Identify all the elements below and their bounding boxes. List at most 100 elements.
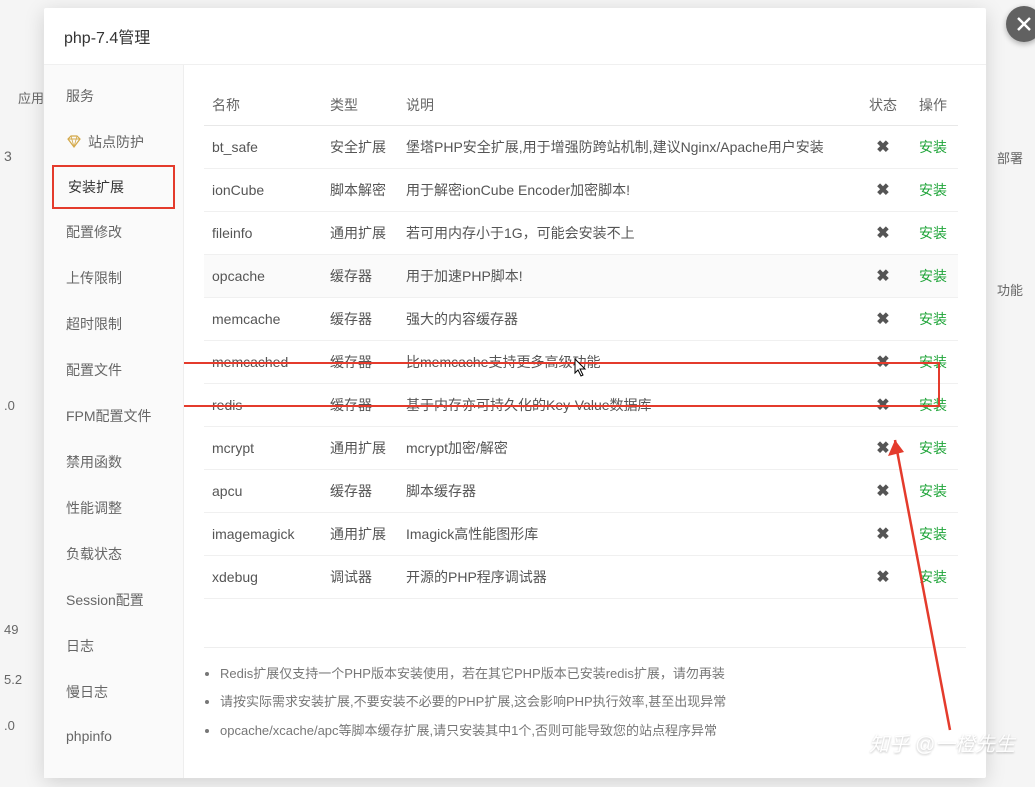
diamond-icon bbox=[66, 134, 82, 150]
sidebar-item-label: 配置文件 bbox=[66, 360, 122, 380]
table-row: fileinfo通用扩展若可用内存小于1G，可能会安装不上✖安装 bbox=[204, 212, 958, 255]
table-row: memcache缓存器强大的内容缓存器✖安装 bbox=[204, 298, 958, 341]
ext-type: 缓存器 bbox=[322, 341, 398, 384]
bg-right: 功能 bbox=[997, 280, 1023, 299]
notes-list: Redis扩展仅支持一个PHP版本安装使用，若在其它PHP版本已安装redis扩… bbox=[204, 648, 966, 758]
ext-action: 安装 bbox=[908, 341, 958, 384]
ext-status: ✖ bbox=[858, 513, 908, 556]
install-link[interactable]: 安装 bbox=[919, 397, 947, 413]
sidebar-item-upload-limit[interactable]: 上传限制 bbox=[44, 255, 183, 301]
ext-status: ✖ bbox=[858, 556, 908, 599]
install-link[interactable]: 安装 bbox=[919, 182, 947, 198]
ext-action: 安装 bbox=[908, 255, 958, 298]
ext-desc: 用于解密ionCube Encoder加密脚本! bbox=[398, 169, 858, 212]
main-panel: 名称 类型 说明 状态 操作 bt_safe安全扩展堡塔PHP安全扩展,用于增强… bbox=[184, 65, 986, 778]
col-status: 状态 bbox=[858, 85, 908, 126]
sidebar-item-performance[interactable]: 性能调整 bbox=[44, 485, 183, 531]
ext-status: ✖ bbox=[858, 384, 908, 427]
table-row: ionCube脚本解密用于解密ionCube Encoder加密脚本! ✖ 安装 bbox=[204, 169, 958, 212]
ext-desc: 若可用内存小于1G，可能会安装不上 bbox=[398, 212, 858, 255]
install-link[interactable]: 安装 bbox=[919, 440, 947, 456]
sidebar-item-log[interactable]: 日志 bbox=[44, 623, 183, 669]
ext-status: ✖ bbox=[858, 298, 908, 341]
ext-name: ionCube bbox=[204, 169, 322, 212]
status-x-icon: ✖ bbox=[876, 182, 889, 199]
ext-type: 缓存器 bbox=[322, 255, 398, 298]
dialog-title: php-7.4管理 bbox=[44, 8, 986, 65]
col-name: 名称 bbox=[204, 85, 322, 126]
ext-name: memcached bbox=[204, 341, 322, 384]
sidebar-item-label: FPM配置文件 bbox=[66, 406, 152, 426]
note-item: Redis扩展仅支持一个PHP版本安装使用，若在其它PHP版本已安装redis扩… bbox=[220, 664, 962, 685]
ext-type: 缓存器 bbox=[322, 384, 398, 427]
ext-desc: 基于内存亦可持久化的Key-Value数据库 bbox=[398, 384, 858, 427]
sidebar-item-slow-log[interactable]: 慢日志 bbox=[44, 669, 183, 715]
install-link[interactable]: 安装 bbox=[919, 311, 947, 327]
ext-name: opcache bbox=[204, 255, 322, 298]
ext-name: fileinfo bbox=[204, 212, 322, 255]
sidebar-item-label: 配置修改 bbox=[66, 222, 122, 242]
ext-action: 安装 bbox=[908, 427, 958, 470]
sidebar-item-label: 站点防护 bbox=[88, 132, 144, 152]
ext-desc: 脚本缓存器 bbox=[398, 470, 858, 513]
ext-type: 通用扩展 bbox=[322, 513, 398, 556]
sidebar-item-load-status[interactable]: 负载状态 bbox=[44, 531, 183, 577]
sidebar-item-label: 日志 bbox=[66, 636, 94, 656]
sidebar-item-config-edit[interactable]: 配置修改 bbox=[44, 209, 183, 255]
table-row: imagemagick通用扩展Imagick高性能图形库 ✖ 安装 bbox=[204, 513, 958, 556]
sidebar-item-site-protection[interactable]: 站点防护 bbox=[44, 119, 183, 165]
bg-val: .0 bbox=[4, 398, 15, 413]
sidebar-item-label: 慢日志 bbox=[66, 682, 108, 702]
sidebar-item-session-config[interactable]: Session配置 bbox=[44, 577, 183, 623]
status-x-icon: ✖ bbox=[876, 311, 889, 328]
table-row: opcache缓存器用于加速PHP脚本!✖安装 bbox=[204, 255, 958, 298]
col-action: 操作 bbox=[908, 85, 958, 126]
sidebar-item-service[interactable]: 服务 bbox=[44, 73, 183, 119]
close-button[interactable] bbox=[1006, 6, 1035, 42]
ext-name: mcrypt bbox=[204, 427, 322, 470]
note-item: opcache/xcache/apc等脚本缓存扩展,请只安装其中1个,否则可能导… bbox=[220, 721, 962, 742]
sidebar-item-label: 负载状态 bbox=[66, 544, 122, 564]
sidebar-item-disabled-funcs[interactable]: 禁用函数 bbox=[44, 439, 183, 485]
ext-action: 安装 bbox=[908, 126, 958, 169]
note-item: 请按实际需求安装扩展,不要安装不必要的PHP扩展,这会影响PHP执行效率,甚至出… bbox=[220, 692, 962, 713]
sidebar-item-install-ext[interactable]: 安装扩展 bbox=[52, 165, 175, 209]
table-row: memcached缓存器比memcache支持更多高级功能✖安装 bbox=[204, 341, 958, 384]
sidebar-item-config-file[interactable]: 配置文件 bbox=[44, 347, 183, 393]
ext-action: 安装 bbox=[908, 513, 958, 556]
install-link[interactable]: 安装 bbox=[919, 569, 947, 585]
status-x-icon: ✖ bbox=[876, 139, 889, 156]
table-row: xdebug调试器开源的PHP程序调试器✖安装 bbox=[204, 556, 958, 599]
status-x-icon: ✖ bbox=[876, 526, 889, 543]
install-link[interactable]: 安装 bbox=[919, 354, 947, 370]
install-link[interactable]: 安装 bbox=[919, 268, 947, 284]
ext-name: apcu bbox=[204, 470, 322, 513]
install-link[interactable]: 安装 bbox=[919, 526, 947, 542]
ext-status: ✖ bbox=[858, 169, 908, 212]
install-link[interactable]: 安装 bbox=[919, 139, 947, 155]
ext-status: ✖ bbox=[858, 126, 908, 169]
sidebar-item-fpm-config[interactable]: FPM配置文件 bbox=[44, 393, 183, 439]
sidebar-item-label: 超时限制 bbox=[66, 314, 122, 334]
sidebar-item-label: 上传限制 bbox=[66, 268, 122, 288]
status-x-icon: ✖ bbox=[876, 440, 889, 457]
ext-action: 安装 bbox=[908, 470, 958, 513]
ext-desc: Imagick高性能图形库 bbox=[398, 513, 858, 556]
install-link[interactable]: 安装 bbox=[919, 225, 947, 241]
ext-name: imagemagick bbox=[204, 513, 322, 556]
ext-type: 脚本解密 bbox=[322, 169, 398, 212]
status-x-icon: ✖ bbox=[876, 354, 889, 371]
sidebar-item-timeout-limit[interactable]: 超时限制 bbox=[44, 301, 183, 347]
sidebar-item-label: phpinfo bbox=[66, 728, 112, 744]
sidebar-item-label: 性能调整 bbox=[66, 498, 122, 518]
ext-type: 调试器 bbox=[322, 556, 398, 599]
ext-action: 安装 bbox=[908, 384, 958, 427]
ext-action: 安装 bbox=[908, 298, 958, 341]
install-link[interactable]: 安装 bbox=[919, 483, 947, 499]
ext-desc: 开源的PHP程序调试器 bbox=[398, 556, 858, 599]
ext-type: 缓存器 bbox=[322, 298, 398, 341]
table-row: apcu缓存器脚本缓存器✖安装 bbox=[204, 470, 958, 513]
ext-action: 安装 bbox=[908, 212, 958, 255]
sidebar-item-phpinfo[interactable]: phpinfo bbox=[44, 715, 183, 757]
ext-type: 通用扩展 bbox=[322, 427, 398, 470]
